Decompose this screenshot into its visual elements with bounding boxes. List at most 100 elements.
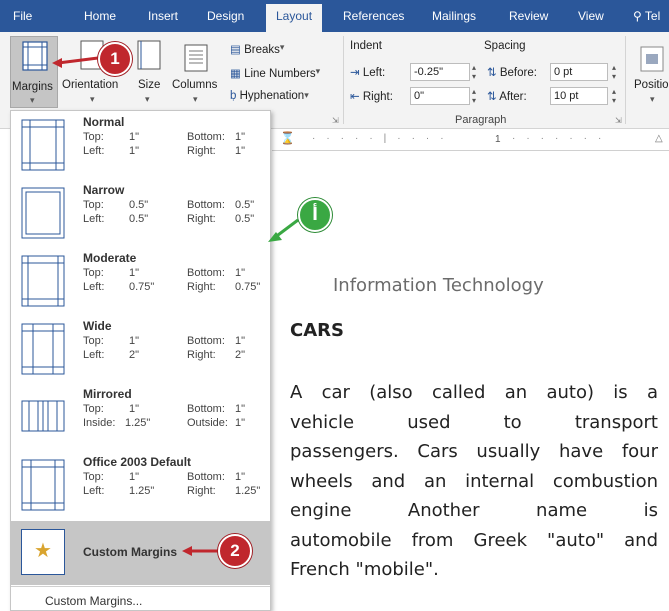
chevron-down-icon: ▾ <box>30 95 35 105</box>
margin-option-moderate[interactable]: Moderate Top: 1" Bottom: 1" Left: 0.75" … <box>11 247 270 315</box>
columns-button[interactable]: Columns <box>172 79 217 91</box>
top-label: Top: <box>83 335 104 347</box>
left-value: 0.75" <box>129 281 155 293</box>
spacing-before-label: ⇅ Before: <box>487 65 537 79</box>
tab-mailings[interactable]: Mailings <box>432 9 476 23</box>
body-line: French "mobile". <box>290 559 439 580</box>
margin-option-name: Wide <box>83 319 112 333</box>
top-label: Top: <box>83 471 104 483</box>
dialog-launcher-icon[interactable]: ⇲ <box>332 116 339 125</box>
bottom-label: Bottom: <box>187 267 225 279</box>
ruler-ticks: ······· <box>512 133 613 144</box>
margin-option-name: Normal <box>83 115 125 129</box>
spacing-before-input[interactable]: 0 pt <box>550 63 608 81</box>
custom-margins-link[interactable]: Custom Margins... <box>45 594 142 608</box>
chevron-down-icon: ▾ <box>650 94 655 104</box>
indent-marker-icon[interactable]: ⌛ <box>280 131 295 145</box>
indent-right-input[interactable]: 0" <box>410 87 470 105</box>
top-label: Top: <box>83 403 104 415</box>
top-label: Top: <box>83 199 104 211</box>
tab-layout[interactable]: Layout <box>266 4 323 32</box>
margin-option-narrow[interactable]: Narrow Top: 0.5" Bottom: 0.5" Left: 0.5"… <box>11 179 270 247</box>
chevron-down-icon: ▾ <box>304 90 309 100</box>
indent-left-input[interactable]: -0.25" <box>410 63 470 81</box>
right-value: 0.5" <box>235 213 255 225</box>
spacing-after-input[interactable]: 10 pt <box>550 87 608 105</box>
tab-home[interactable]: Home <box>84 9 116 23</box>
left-label: Left: <box>83 349 105 361</box>
star-icon: ★ <box>34 540 52 562</box>
bottom-label: Bottom: <box>187 403 225 415</box>
right-label: Right: <box>187 145 216 157</box>
page-margins-icon <box>21 255 65 307</box>
inside-value: 1.25" <box>125 417 151 429</box>
breaks-label: Breaks <box>244 44 280 56</box>
margins-button[interactable]: Margins ▾ <box>10 36 58 108</box>
breaks-icon: ▤ <box>230 44 241 56</box>
bottom-value: 1" <box>235 131 246 143</box>
indent-right-spinner[interactable]: ▴ ▾ <box>472 87 476 105</box>
line-numbers-label: Line Numbers <box>244 68 316 80</box>
inside-label: Inside: <box>83 417 116 429</box>
right-label: Right: <box>187 213 216 225</box>
top-value: 0.5" <box>129 199 149 211</box>
paragraph-dialog-launcher-icon[interactable]: ⇲ <box>615 116 622 125</box>
tab-insert[interactable]: Insert <box>148 9 178 23</box>
lightbulb-icon: ⚲ <box>633 9 642 23</box>
top-label: Top: <box>83 131 104 143</box>
tab-review[interactable]: Review <box>509 9 548 23</box>
margins-icon <box>22 41 48 71</box>
callout-badge-a: أ <box>298 198 332 232</box>
position-button[interactable]: Positio <box>634 79 669 91</box>
spacing-after-label: ⇅ After: <box>487 89 527 103</box>
bottom-label: Bottom: <box>187 131 225 143</box>
page-margins-icon <box>21 459 65 511</box>
spacing-before-spinner[interactable]: ▴ ▾ <box>612 63 616 81</box>
right-value: 2" <box>235 349 246 361</box>
indent-left-spinner[interactable]: ▴ ▾ <box>472 63 476 81</box>
outside-label: Outside: <box>187 417 228 429</box>
top-value: 1" <box>129 335 140 347</box>
hyphenation-button[interactable]: ḅ Hyphenation ▾ <box>230 90 309 102</box>
body-line: A car (also called an auto) is a <box>290 382 658 403</box>
custom-margins-label: Custom Margins <box>83 545 178 559</box>
hyphenation-icon: ḅ <box>230 90 237 102</box>
tab-references[interactable]: References <box>343 9 404 23</box>
hyphenation-label: Hyphenation <box>239 90 305 102</box>
tab-view[interactable]: View <box>578 9 604 23</box>
top-label: Top: <box>83 267 104 279</box>
tab-design[interactable]: Design <box>207 9 244 23</box>
columns-icon <box>184 44 208 72</box>
bottom-value: 0.5" <box>235 199 255 211</box>
margin-option-mirrored[interactable]: Mirrored Top: 1" Bottom: 1" Inside: 1.25… <box>11 383 270 451</box>
breaks-button[interactable]: ▤ Breaks ▾ <box>230 42 284 56</box>
tab-file[interactable]: File <box>13 9 32 23</box>
orientation-button[interactable]: Orientation <box>62 79 118 91</box>
left-label: Left: <box>83 145 105 157</box>
margin-option-name: Office 2003 Default <box>83 455 192 469</box>
margin-option-normal[interactable]: Normal Top: 1" Bottom: 1" Left: 1" Right… <box>11 111 270 179</box>
top-value: 1" <box>129 267 140 279</box>
chevron-down-icon: ▾ <box>145 94 150 104</box>
bottom-label: Bottom: <box>187 199 225 211</box>
horizontal-ruler[interactable]: ⌛ ·····|···· 1 ······· △ <box>272 129 669 151</box>
right-label: Right: <box>187 349 216 361</box>
spacing-before-text: Before: <box>499 67 537 79</box>
body-line: passengers. Cars usually have four <box>290 441 658 462</box>
menu-divider <box>11 586 270 587</box>
group-divider <box>343 36 344 124</box>
size-button[interactable]: Size <box>138 79 160 91</box>
indent-right-icon: ⇤ <box>350 91 360 103</box>
bottom-value: 1" <box>235 335 246 347</box>
indent-title: Indent <box>350 40 382 52</box>
tell-me-tab[interactable]: ⚲ Tel <box>633 9 660 23</box>
ruler-ticks: ·····|···· <box>312 133 455 144</box>
spacing-after-spinner[interactable]: ▴ ▾ <box>612 87 616 105</box>
margin-option-office-2003-default[interactable]: Office 2003 Default Top: 1" Bottom: 1" L… <box>11 451 270 519</box>
callout-badge-1: 1 <box>98 42 132 76</box>
line-numbers-button[interactable]: ▦ Line Numbers ▾ <box>230 66 320 80</box>
margin-option-wide[interactable]: Wide Top: 1" Bottom: 1" Left: 2" Right: … <box>11 315 270 383</box>
right-indent-marker-icon[interactable]: △ <box>655 133 663 144</box>
body-line: vehicle used to transport <box>290 411 658 433</box>
right-label: Right: <box>187 485 216 497</box>
